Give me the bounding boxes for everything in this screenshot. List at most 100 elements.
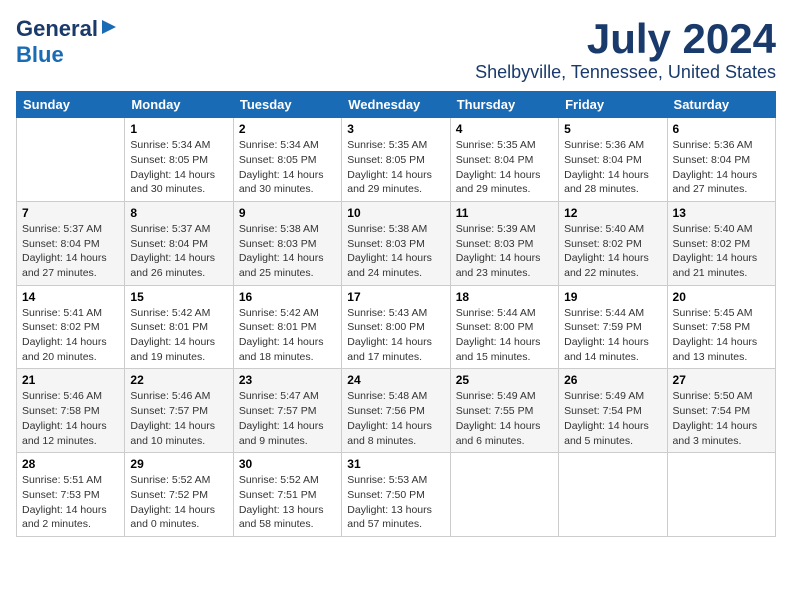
day-number: 19 [564, 290, 661, 304]
day-info: Sunrise: 5:34 AM Sunset: 8:05 PM Dayligh… [130, 138, 227, 197]
calendar-cell: 29 Sunrise: 5:52 AM Sunset: 7:52 PM Dayli… [125, 453, 233, 537]
calendar-cell: 13 Sunrise: 5:40 AM Sunset: 8:02 PM Dayli… [667, 201, 775, 285]
day-number: 24 [347, 373, 444, 387]
logo-blue: Blue [16, 42, 64, 67]
calendar-cell [559, 453, 667, 537]
day-info: Sunrise: 5:38 AM Sunset: 8:03 PM Dayligh… [347, 222, 444, 281]
day-info: Sunrise: 5:40 AM Sunset: 8:02 PM Dayligh… [673, 222, 770, 281]
calendar-cell: 2 Sunrise: 5:34 AM Sunset: 8:05 PM Daylig… [233, 118, 341, 202]
day-number: 30 [239, 457, 336, 471]
day-info: Sunrise: 5:44 AM Sunset: 7:59 PM Dayligh… [564, 306, 661, 365]
day-number: 6 [673, 122, 770, 136]
day-number: 29 [130, 457, 227, 471]
day-info: Sunrise: 5:43 AM Sunset: 8:00 PM Dayligh… [347, 306, 444, 365]
day-number: 14 [22, 290, 119, 304]
calendar-cell: 16Sunrise: 5:42 AM Sunset: 8:01 PM Dayli… [233, 285, 341, 369]
day-number: 16 [239, 290, 336, 304]
weekday-header-sunday: Sunday [17, 92, 125, 118]
location-title: Shelbyville, Tennessee, United States [475, 62, 776, 83]
calendar-cell: 10 Sunrise: 5:38 AM Sunset: 8:03 PM Dayli… [342, 201, 450, 285]
header: General Blue July 2024 Shelbyville, Tenn… [16, 16, 776, 83]
week-row-5: 28 Sunrise: 5:51 AM Sunset: 7:53 PM Dayli… [17, 453, 776, 537]
day-number: 27 [673, 373, 770, 387]
calendar-cell: 30Sunrise: 5:52 AM Sunset: 7:51 PM Dayli… [233, 453, 341, 537]
day-number: 11 [456, 206, 553, 220]
calendar-cell: 18Sunrise: 5:44 AM Sunset: 8:00 PM Dayli… [450, 285, 558, 369]
calendar-body: 1 Sunrise: 5:34 AM Sunset: 8:05 PM Daylig… [17, 118, 776, 537]
day-number: 22 [130, 373, 227, 387]
day-number: 1 [130, 122, 227, 136]
calendar-cell: 3Sunrise: 5:35 AM Sunset: 8:05 PM Daylig… [342, 118, 450, 202]
calendar-cell: 1 Sunrise: 5:34 AM Sunset: 8:05 PM Daylig… [125, 118, 233, 202]
day-info: Sunrise: 5:53 AM Sunset: 7:50 PM Dayligh… [347, 473, 444, 532]
day-info: Sunrise: 5:38 AM Sunset: 8:03 PM Dayligh… [239, 222, 336, 281]
day-info: Sunrise: 5:46 AM Sunset: 7:58 PM Dayligh… [22, 389, 119, 448]
day-info: Sunrise: 5:39 AM Sunset: 8:03 PM Dayligh… [456, 222, 553, 281]
day-number: 13 [673, 206, 770, 220]
calendar-cell: 20Sunrise: 5:45 AM Sunset: 7:58 PM Dayli… [667, 285, 775, 369]
day-number: 23 [239, 373, 336, 387]
calendar-cell: 26 Sunrise: 5:49 AM Sunset: 7:54 PM Dayli… [559, 369, 667, 453]
calendar-cell: 27 Sunrise: 5:50 AM Sunset: 7:54 PM Dayli… [667, 369, 775, 453]
weekday-header-thursday: Thursday [450, 92, 558, 118]
day-info: Sunrise: 5:44 AM Sunset: 8:00 PM Dayligh… [456, 306, 553, 365]
calendar-cell: 6Sunrise: 5:36 AM Sunset: 8:04 PM Daylig… [667, 118, 775, 202]
day-number: 15 [130, 290, 227, 304]
calendar-cell: 8Sunrise: 5:37 AM Sunset: 8:04 PM Daylig… [125, 201, 233, 285]
day-number: 3 [347, 122, 444, 136]
day-info: Sunrise: 5:34 AM Sunset: 8:05 PM Dayligh… [239, 138, 336, 197]
day-info: Sunrise: 5:37 AM Sunset: 8:04 PM Dayligh… [22, 222, 119, 281]
day-number: 5 [564, 122, 661, 136]
day-number: 12 [564, 206, 661, 220]
day-info: Sunrise: 5:41 AM Sunset: 8:02 PM Dayligh… [22, 306, 119, 365]
week-row-1: 1 Sunrise: 5:34 AM Sunset: 8:05 PM Daylig… [17, 118, 776, 202]
day-number: 26 [564, 373, 661, 387]
calendar-cell: 25 Sunrise: 5:49 AM Sunset: 7:55 PM Dayli… [450, 369, 558, 453]
day-info: Sunrise: 5:52 AM Sunset: 7:52 PM Dayligh… [130, 473, 227, 532]
logo-arrow-icon [100, 18, 118, 41]
day-number: 7 [22, 206, 119, 220]
day-info: Sunrise: 5:40 AM Sunset: 8:02 PM Dayligh… [564, 222, 661, 281]
calendar-cell: 22 Sunrise: 5:46 AM Sunset: 7:57 PM Dayli… [125, 369, 233, 453]
calendar-cell [450, 453, 558, 537]
day-info: Sunrise: 5:49 AM Sunset: 7:55 PM Dayligh… [456, 389, 553, 448]
logo: General Blue [16, 16, 118, 68]
day-number: 8 [130, 206, 227, 220]
calendar-cell: 23Sunrise: 5:47 AM Sunset: 7:57 PM Dayli… [233, 369, 341, 453]
calendar-cell: 4Sunrise: 5:35 AM Sunset: 8:04 PM Daylig… [450, 118, 558, 202]
day-number: 25 [456, 373, 553, 387]
weekday-header-friday: Friday [559, 92, 667, 118]
calendar-cell [17, 118, 125, 202]
calendar-cell: 9 Sunrise: 5:38 AM Sunset: 8:03 PM Daylig… [233, 201, 341, 285]
calendar-table: SundayMondayTuesdayWednesdayThursdayFrid… [16, 91, 776, 537]
day-info: Sunrise: 5:51 AM Sunset: 7:53 PM Dayligh… [22, 473, 119, 532]
day-number: 10 [347, 206, 444, 220]
day-info: Sunrise: 5:46 AM Sunset: 7:57 PM Dayligh… [130, 389, 227, 448]
calendar-cell: 11 Sunrise: 5:39 AM Sunset: 8:03 PM Dayli… [450, 201, 558, 285]
week-row-3: 14 Sunrise: 5:41 AM Sunset: 8:02 PM Dayli… [17, 285, 776, 369]
month-title: July 2024 [475, 16, 776, 62]
calendar-cell: 28 Sunrise: 5:51 AM Sunset: 7:53 PM Dayli… [17, 453, 125, 537]
day-number: 20 [673, 290, 770, 304]
day-number: 9 [239, 206, 336, 220]
day-number: 31 [347, 457, 444, 471]
logo-line1: General [16, 16, 118, 42]
day-number: 2 [239, 122, 336, 136]
day-number: 28 [22, 457, 119, 471]
calendar-cell: 12 Sunrise: 5:40 AM Sunset: 8:02 PM Dayli… [559, 201, 667, 285]
calendar-cell: 24 Sunrise: 5:48 AM Sunset: 7:56 PM Dayli… [342, 369, 450, 453]
day-info: Sunrise: 5:48 AM Sunset: 7:56 PM Dayligh… [347, 389, 444, 448]
calendar-cell: 21 Sunrise: 5:46 AM Sunset: 7:58 PM Dayli… [17, 369, 125, 453]
week-row-2: 7 Sunrise: 5:37 AM Sunset: 8:04 PM Daylig… [17, 201, 776, 285]
calendar-cell: 31 Sunrise: 5:53 AM Sunset: 7:50 PM Dayli… [342, 453, 450, 537]
calendar-cell: 17Sunrise: 5:43 AM Sunset: 8:00 PM Dayli… [342, 285, 450, 369]
title-area: July 2024 Shelbyville, Tennessee, United… [475, 16, 776, 83]
calendar-cell: 5Sunrise: 5:36 AM Sunset: 8:04 PM Daylig… [559, 118, 667, 202]
weekday-header-row: SundayMondayTuesdayWednesdayThursdayFrid… [17, 92, 776, 118]
day-number: 21 [22, 373, 119, 387]
day-info: Sunrise: 5:42 AM Sunset: 8:01 PM Dayligh… [130, 306, 227, 365]
day-info: Sunrise: 5:50 AM Sunset: 7:54 PM Dayligh… [673, 389, 770, 448]
calendar-cell: 19 Sunrise: 5:44 AM Sunset: 7:59 PM Dayli… [559, 285, 667, 369]
day-info: Sunrise: 5:49 AM Sunset: 7:54 PM Dayligh… [564, 389, 661, 448]
weekday-header-monday: Monday [125, 92, 233, 118]
